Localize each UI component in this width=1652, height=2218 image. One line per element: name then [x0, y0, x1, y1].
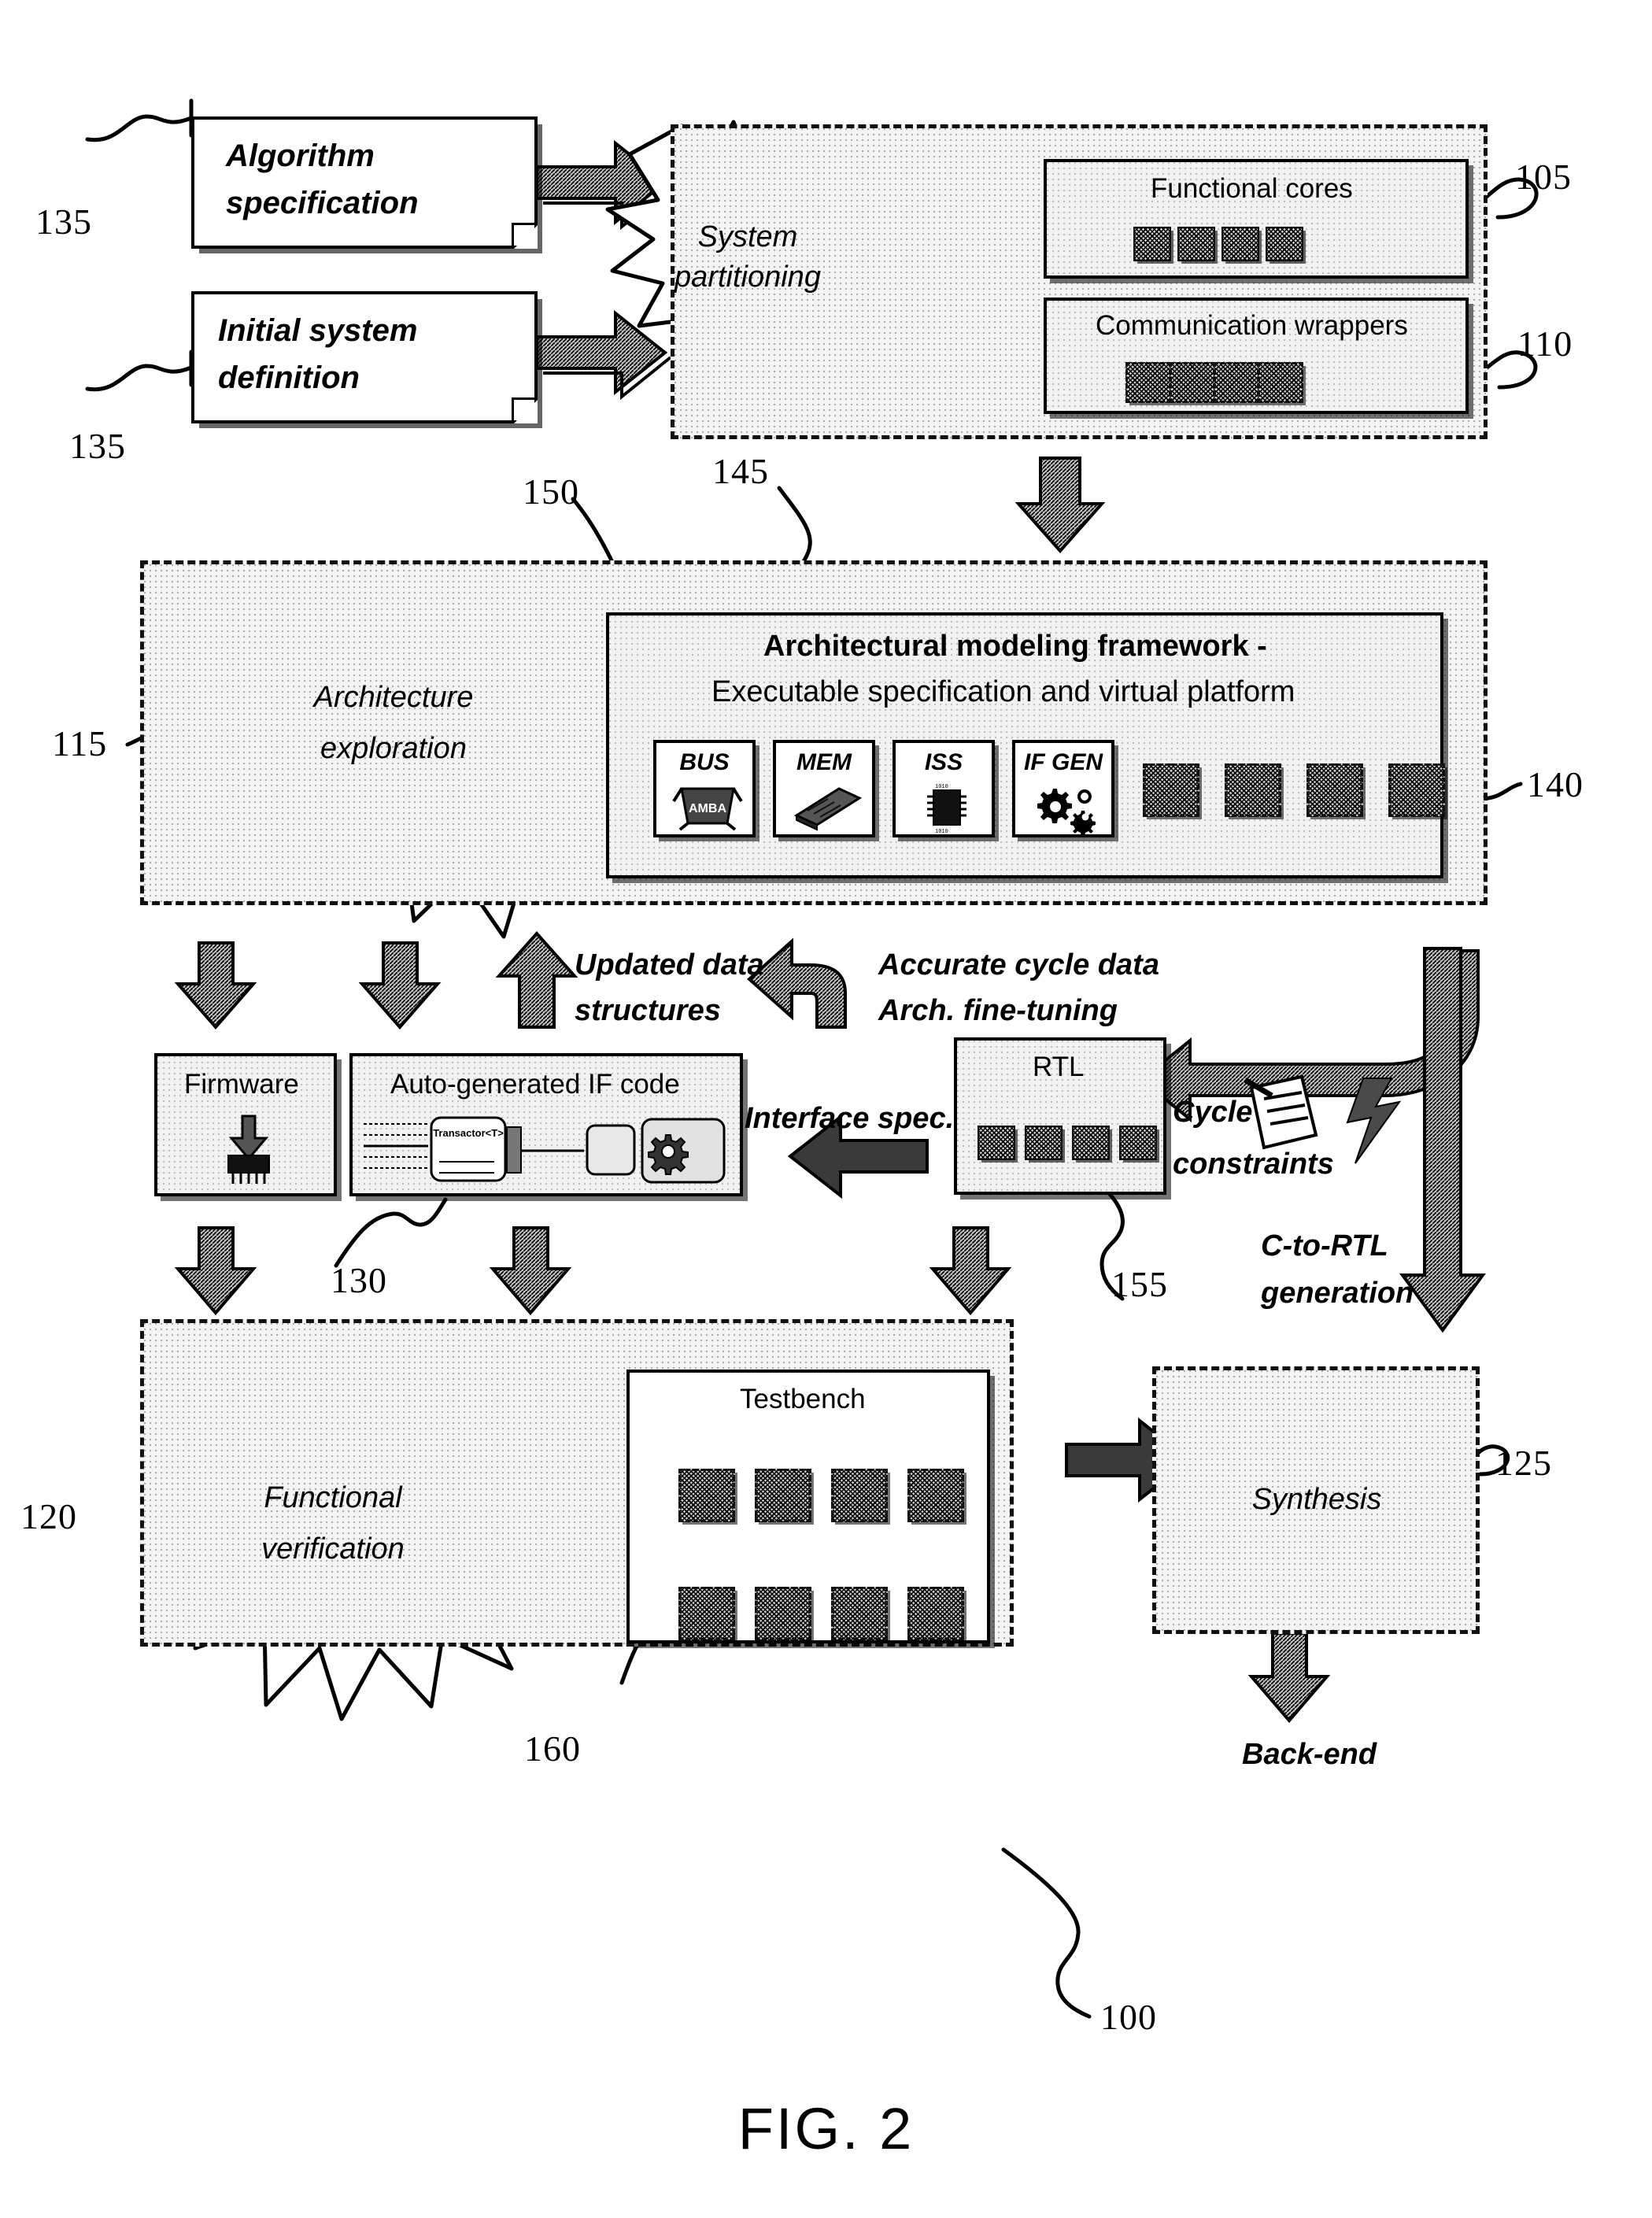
- chip-download-icon: [227, 1115, 270, 1184]
- firmware-label: Firmware: [184, 1069, 299, 1100]
- algorithm-specification-box[interactable]: Algorithm specification: [191, 116, 538, 249]
- framework-tool-label-iss: ISS: [924, 749, 963, 775]
- communication-wrapper-block: [1214, 362, 1259, 403]
- testbench-box[interactable]: Testbench: [626, 1370, 990, 1643]
- gears-icon: [1037, 789, 1096, 836]
- arrow-updated-data-structures: [495, 930, 578, 1029]
- svg-text:1010: 1010: [935, 829, 948, 835]
- figure-caption: FIG. 2: [737, 2096, 915, 2161]
- rtl-block: [978, 1126, 1015, 1160]
- framework-tool-iss[interactable]: ISS 1010 1010: [893, 740, 995, 837]
- svg-text:1010: 1010: [935, 784, 948, 790]
- framework-title-line2: Executable specification and virtual pla…: [711, 675, 1295, 708]
- communication-wrappers-box[interactable]: Communication wrappers: [1044, 298, 1469, 414]
- arrow-ifcode-to-verification: [489, 1226, 572, 1316]
- testbench-top-block: [755, 1469, 811, 1522]
- framework-tool-label-bus: BUS: [679, 749, 730, 775]
- synthesis-region: [1152, 1366, 1480, 1634]
- framework-tool-ifgen[interactable]: IF GEN: [1012, 740, 1114, 837]
- ref-140: 140: [1527, 764, 1584, 804]
- ref-135-algorithm: 135: [35, 201, 92, 242]
- architectural-modeling-framework-box[interactable]: Architectural modeling framework - Execu…: [606, 612, 1445, 878]
- algorithm-spec-line2: specification: [226, 186, 419, 220]
- arrow-arch-to-firmware: [174, 941, 257, 1030]
- communication-wrapper-block: [1170, 362, 1215, 403]
- framework-chain-block: [1143, 763, 1199, 817]
- ref-130: 130: [331, 1260, 387, 1300]
- ref-105: 105: [1515, 157, 1572, 197]
- arrow-arch-to-ifcode: [358, 941, 442, 1030]
- testbench-bottom-block: [678, 1587, 735, 1640]
- svg-text:Transactor<T>: Transactor<T>: [433, 1127, 504, 1139]
- framework-tool-label-mem: MEM: [796, 749, 852, 775]
- arrow-firmware-to-verification: [174, 1226, 257, 1316]
- testbench-top-block: [907, 1469, 964, 1522]
- testbench-top-block: [831, 1469, 888, 1522]
- auto-generated-if-code-label: Auto-generated IF code: [390, 1069, 680, 1100]
- testbench-top-block: [678, 1469, 735, 1522]
- arrow-partitioning-to-architecture: [1014, 457, 1106, 554]
- firmware-box[interactable]: Firmware: [154, 1053, 337, 1196]
- testbench-bottom-block: [831, 1587, 888, 1640]
- ref-120: 120: [20, 1496, 77, 1536]
- framework-chain-block: [1306, 763, 1363, 817]
- arrow-rtl-to-verification: [929, 1226, 1012, 1316]
- figure-canvas: Algorithm specification 135 Initial syst…: [0, 0, 1652, 2218]
- ref-115: 115: [52, 723, 108, 763]
- ref-160: 160: [524, 1728, 581, 1769]
- amba-bus-icon: AMBA: [672, 787, 743, 831]
- updated-data-structures-line1: Updated data: [575, 948, 764, 981]
- framework-chain-block: [1225, 763, 1281, 817]
- ref-110: 110: [1517, 323, 1573, 364]
- framework-tool-label-ifgen: IF GEN: [1023, 749, 1103, 775]
- rtl-block: [1025, 1126, 1063, 1160]
- testbench-label: Testbench: [740, 1384, 866, 1414]
- framework-title-line1: Architectural modeling framework -: [763, 630, 1267, 663]
- ref-135-initial-system: 135: [69, 426, 126, 466]
- functional-core-block: [1221, 227, 1259, 261]
- ref-155: 155: [1111, 1264, 1168, 1304]
- testbench-bottom-block: [755, 1587, 811, 1640]
- ref-125: 125: [1495, 1443, 1552, 1483]
- accurate-cycle-data-line2: Arch. fine-tuning: [878, 994, 1118, 1027]
- framework-tool-mem[interactable]: MEM: [773, 740, 875, 837]
- accurate-cycle-data-line1: Accurate cycle data: [878, 948, 1159, 981]
- cycle-constraints-line1: Cycle: [1173, 1096, 1253, 1129]
- processor-chip-icon: 1010 1010: [927, 784, 966, 835]
- initial-system-line2: definition: [218, 360, 360, 395]
- rtl-box[interactable]: RTL: [954, 1037, 1166, 1195]
- functional-core-block: [1177, 227, 1215, 261]
- ref-145: 145: [712, 451, 769, 491]
- framework-tool-bus[interactable]: BUS AMBA: [653, 740, 756, 837]
- back-end-label: Back-end: [1242, 1738, 1377, 1771]
- rtl-label: RTL: [1033, 1052, 1085, 1082]
- interface-spec-label: Interface spec.: [745, 1102, 955, 1135]
- arrow-synthesis-to-backend: [1247, 1632, 1331, 1724]
- updated-data-structures-line2: structures: [575, 994, 721, 1027]
- testbench-bottom-block: [907, 1587, 964, 1640]
- memory-chip-icon: [793, 787, 863, 831]
- c-to-rtl-generation-line2: generation: [1261, 1277, 1414, 1310]
- algorithm-spec-line1: Algorithm: [226, 139, 375, 173]
- framework-chain-block: [1388, 763, 1445, 817]
- initial-system-definition-box[interactable]: Initial system definition: [191, 291, 538, 423]
- svg-text:AMBA: AMBA: [689, 802, 726, 815]
- rtl-block: [1119, 1126, 1157, 1160]
- auto-generated-if-code-box[interactable]: Auto-generated IF code Transactor<T>: [349, 1053, 743, 1196]
- communication-wrapper-block: [1258, 362, 1303, 403]
- ref-100: 100: [1100, 1997, 1157, 2037]
- functional-cores-box[interactable]: Functional cores: [1044, 159, 1469, 279]
- functional-core-block: [1133, 227, 1171, 261]
- document-icon-cycle-constraints: [1244, 1074, 1318, 1150]
- functional-cores-label: Functional cores: [1151, 173, 1353, 204]
- initial-system-line1: Initial system: [218, 313, 418, 348]
- cycle-constraints-line2: constraints: [1173, 1148, 1334, 1181]
- functional-core-block: [1266, 227, 1303, 261]
- communication-wrappers-label: Communication wrappers: [1096, 310, 1408, 341]
- ref-150: 150: [523, 471, 579, 512]
- c-to-rtl-generation-line1: C-to-RTL: [1261, 1229, 1388, 1262]
- transactor-diagram-icon: Transactor<T>: [364, 1116, 726, 1184]
- communication-wrapper-block: [1125, 362, 1171, 403]
- rtl-block: [1072, 1126, 1110, 1160]
